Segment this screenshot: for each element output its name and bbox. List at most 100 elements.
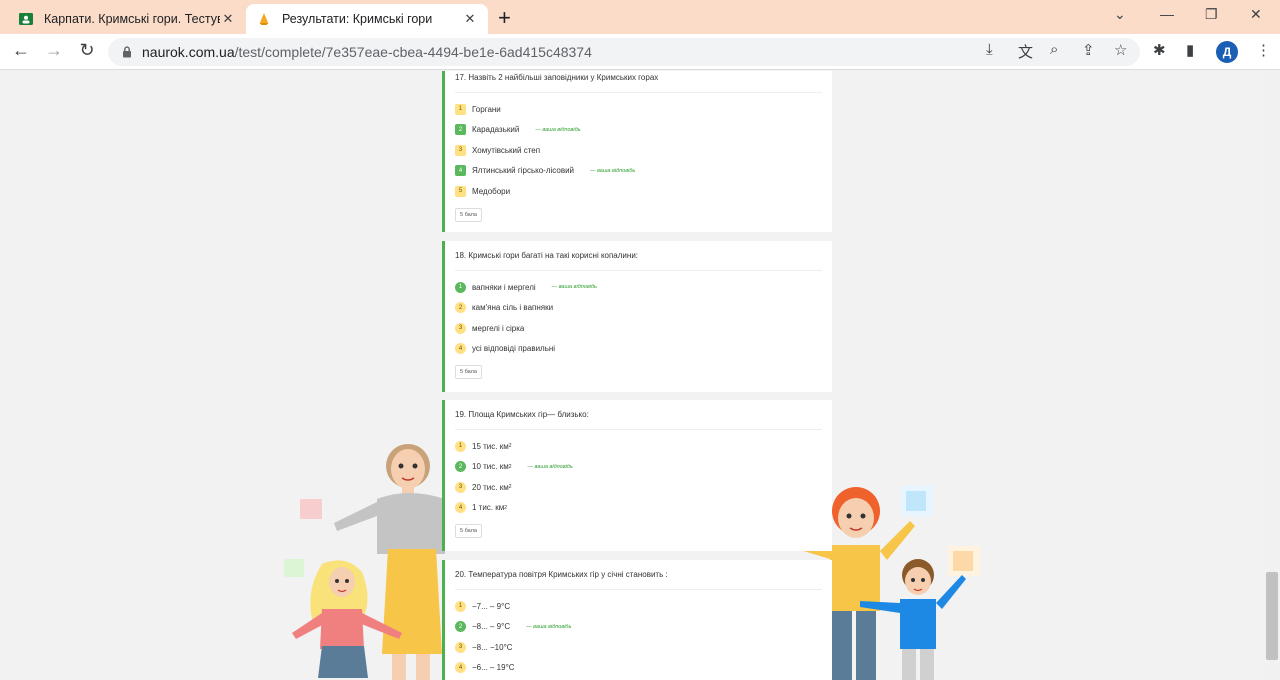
answer-text: −6... – 19°С: [472, 663, 515, 673]
superscript: 2: [508, 443, 512, 450]
answer-option: 2 кам'яна сіль і вапняки: [455, 298, 822, 319]
answer-option: 3 мергелі і сірка: [455, 318, 822, 339]
answer-option: 1 Горгани: [455, 99, 822, 120]
zoom-icon[interactable]: ⌕: [1050, 41, 1058, 58]
close-icon[interactable]: ✕: [462, 11, 478, 27]
answer-number: 1: [455, 103, 466, 115]
answer-text: 15 тис. км: [472, 441, 509, 451]
score-badge: 5 бала: [455, 524, 482, 538]
question-card-20: 20. Температура повітря Кримських гір у …: [442, 560, 832, 680]
answer-number: 3: [455, 144, 466, 156]
question-title: 19. Площа Кримських гір— близько:: [455, 400, 822, 430]
question-card-18: 18. Кримські гори багаті на такі корисні…: [442, 241, 832, 392]
answer-number: 3: [455, 322, 466, 334]
answer-option: 2 Карадазький — ваша відповідь: [455, 120, 822, 141]
answer-text: Медобори: [472, 186, 511, 196]
url-text: naurok.com.ua/test/complete/7e357eae-cbe…: [142, 44, 592, 60]
teacher-girl-illustration: [284, 444, 445, 680]
your-answer-label: — ваша відповідь: [526, 623, 572, 630]
translate-icon[interactable]: 文: [1018, 41, 1033, 62]
score-badge: 5 бала: [455, 207, 482, 222]
superscript: 2: [508, 463, 512, 470]
answer-number: 2: [455, 621, 466, 633]
tab-results[interactable]: Результати: Кримські гори ✕: [246, 4, 488, 34]
forward-icon[interactable]: →: [43, 40, 65, 61]
question-title: 18. Кримські гори багаті на такі корисні…: [455, 241, 822, 271]
answer-text: 20 тис. км: [472, 482, 509, 492]
question-title: 20. Температура повітря Кримських гір у …: [455, 560, 822, 590]
answer-text: Карадазький: [472, 125, 520, 135]
avatar[interactable]: Д: [1216, 41, 1238, 63]
answer-text: Горгани: [472, 104, 501, 114]
answer-option: 2 −8... – 9°С — ваша відповідь: [455, 617, 822, 638]
answer-text: кам'яна сіль і вапняки: [472, 303, 554, 313]
close-icon[interactable]: ✕: [220, 11, 236, 27]
answer-option: 4 1 тис. км 2: [455, 498, 822, 519]
answer-option: 3 −8... −10°С: [455, 637, 822, 658]
extensions-icon[interactable]: ✱: [1153, 41, 1166, 59]
answer-option: 5 Медобори: [455, 181, 822, 202]
url-host: naurok.com.ua: [142, 44, 235, 60]
classroom-icon: [18, 11, 34, 27]
answer-text: мергелі і сірка: [472, 323, 525, 333]
answer-option: 4 Ялтинський гірсько-лісовий — ваша відпов…: [455, 161, 822, 182]
score-badge: 5 бала: [455, 365, 482, 379]
back-icon[interactable]: ←: [10, 40, 32, 61]
answer-number: 4: [455, 165, 466, 177]
your-answer-label: — ваша відповідь: [535, 126, 581, 133]
bookmark-star-icon[interactable]: ☆: [1114, 41, 1127, 59]
superscript: 2: [504, 504, 508, 511]
answer-option: 1 вапняки і мергелі — ваша відповідь: [455, 277, 822, 298]
your-answer-label: — ваша відповідь: [527, 463, 573, 470]
tab-search-icon[interactable]: ⌄: [1114, 6, 1126, 23]
your-answer-label: — ваша відповідь: [590, 167, 636, 174]
question-title: 17. Назвіть 2 найбільші заповідники у Кр…: [455, 71, 822, 93]
answer-text: Хомутівський степ: [472, 145, 541, 155]
answer-number: 2: [455, 461, 466, 473]
tab-classroom[interactable]: Карпати. Кримські гори. Тестува ✕: [8, 4, 246, 34]
answer-number: 4: [455, 662, 466, 674]
your-answer-label: — ваша відповідь: [551, 284, 597, 291]
tab-title: Результати: Кримські гори: [282, 12, 433, 26]
answer-option: 3 20 тис. км 2: [455, 477, 822, 498]
answer-text: 10 тис. км: [472, 462, 509, 472]
answer-option: 1 15 тис. км 2: [455, 436, 822, 457]
superscript: 2: [508, 484, 512, 491]
share-icon[interactable]: ⇪: [1082, 41, 1095, 59]
answer-text: −8... – 9°С: [472, 622, 511, 632]
answer-number: 4: [455, 343, 466, 355]
answer-text: вапняки і мергелі: [472, 282, 536, 292]
answer-text: −8... −10°С: [472, 642, 513, 652]
answer-text: Ялтинський гірсько-лісовий: [472, 166, 575, 176]
lock-icon: [123, 46, 131, 58]
new-tab-icon[interactable]: +: [498, 5, 511, 31]
answer-text: 1 тис. км: [472, 503, 505, 513]
answer-option: 3 Хомутівський степ: [455, 140, 822, 161]
tab-strip: Карпати. Кримські гори. Тестува ✕ Резуль…: [0, 0, 1280, 34]
restore-icon[interactable]: ❐: [1205, 6, 1218, 23]
answer-number: 2: [455, 302, 466, 314]
side-panel-icon[interactable]: ▮: [1186, 41, 1194, 59]
scrollbar-thumb[interactable]: [1266, 572, 1278, 660]
answer-number: 2: [455, 124, 466, 136]
naurok-icon: [256, 11, 272, 27]
close-window-icon[interactable]: ✕: [1250, 6, 1262, 23]
question-card-19: 19. Площа Кримських гір— близько: 1 15 ти…: [442, 400, 832, 551]
answer-option: 2 10 тис. км 2— ваша відповідь: [455, 457, 822, 478]
url-path: /test/complete/7e357eae-cbea-4494-be1e-6…: [234, 44, 592, 60]
answer-number: 1: [455, 281, 466, 293]
answer-option: 4 усі відповіді правильні: [455, 339, 822, 360]
answer-text: усі відповіді правильні: [472, 344, 556, 354]
answer-number: 1: [455, 600, 466, 612]
tab-title: Карпати. Кримські гори. Тестува: [44, 12, 220, 26]
install-icon[interactable]: ⤓: [986, 41, 993, 58]
answer-number: 3: [455, 481, 466, 493]
answer-text: −7... – 9°С: [472, 601, 511, 611]
answer-number: 4: [455, 502, 466, 514]
menu-icon[interactable]: ⋮: [1256, 41, 1271, 59]
reload-icon[interactable]: ↻: [76, 40, 98, 61]
answer-option: 1 −7... – 9°С: [455, 596, 822, 617]
answer-option: 4 −6... – 19°С: [455, 658, 822, 679]
minimize-icon[interactable]: —: [1160, 6, 1174, 22]
answer-number: 1: [455, 440, 466, 452]
